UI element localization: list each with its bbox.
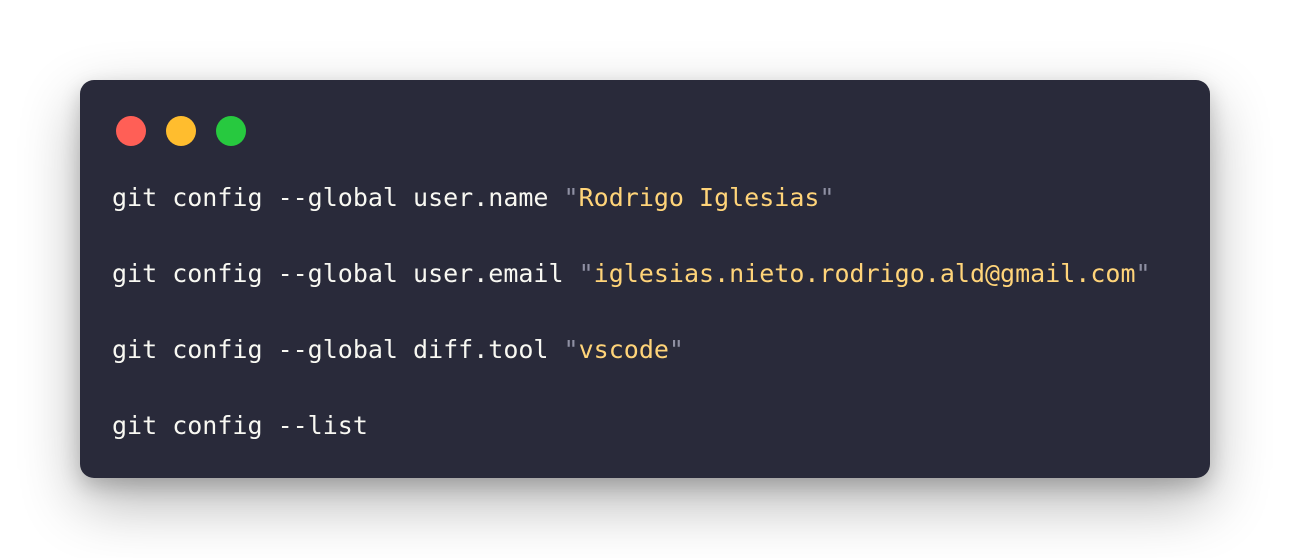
command-text: git config --global diff.tool (112, 335, 564, 364)
close-button[interactable] (116, 116, 146, 146)
code-line: git config --global user.email "iglesias… (112, 254, 1151, 294)
window-controls (116, 116, 246, 146)
string-value: vscode (578, 335, 669, 364)
code-line: git config --global diff.tool "vscode" (112, 330, 1151, 370)
quote-close: " (819, 183, 835, 212)
command-text: git config --global user.name (112, 183, 564, 212)
quote-open: " (563, 183, 579, 212)
quote-open: " (563, 335, 579, 364)
string-value: iglesias.nieto.rodrigo.ald@gmail.com (593, 259, 1136, 288)
code-window: git config --global user.name "Rodrigo I… (80, 80, 1210, 478)
string-value: Rodrigo Iglesias (578, 183, 820, 212)
quote-close: " (1135, 259, 1151, 288)
command-text: git config --list (112, 411, 368, 440)
code-line: git config --list (112, 406, 1151, 446)
command-text: git config --global user.email (112, 259, 579, 288)
code-line: git config --global user.name "Rodrigo I… (112, 178, 1151, 218)
minimize-button[interactable] (166, 116, 196, 146)
quote-open: " (578, 259, 594, 288)
code-block: git config --global user.name "Rodrigo I… (112, 178, 1151, 446)
maximize-button[interactable] (216, 116, 246, 146)
quote-close: " (668, 335, 684, 364)
